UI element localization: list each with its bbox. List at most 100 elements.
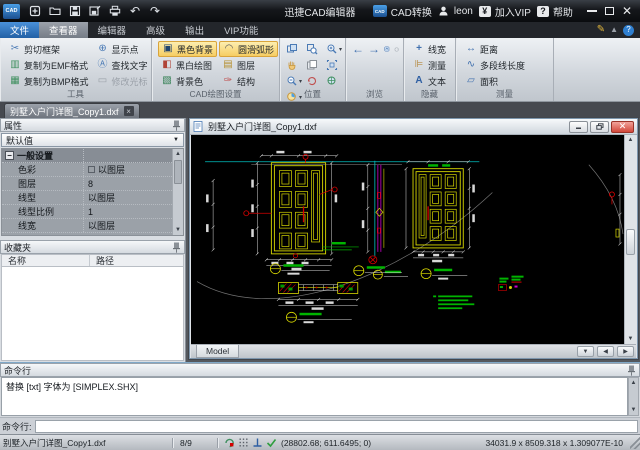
- command-input[interactable]: [35, 420, 638, 433]
- copy-as-bmp-button[interactable]: ▦复制为BMP格式: [6, 73, 92, 89]
- model-tab[interactable]: Model: [196, 345, 239, 358]
- drawing-canvas[interactable]: [191, 135, 624, 344]
- child-restore-button[interactable]: [590, 121, 609, 133]
- undo-button[interactable]: ↶: [125, 3, 145, 19]
- column-header-name[interactable]: 名称: [2, 255, 90, 266]
- scroll-down-icon[interactable]: ▼: [625, 334, 636, 344]
- black-background-button[interactable]: ▣黑色背景: [158, 41, 217, 57]
- pan-button[interactable]: [286, 57, 306, 73]
- feedback-pen-icon[interactable]: ✎: [597, 25, 605, 35]
- layout-list-dropdown-button[interactable]: ▼: [577, 346, 594, 357]
- layers-icon: ▤: [222, 59, 234, 71]
- scroll-left-button[interactable]: ◀: [597, 346, 614, 357]
- osnap-toggle[interactable]: [222, 437, 236, 449]
- refresh-view-button[interactable]: [394, 44, 399, 55]
- zoom-previous-button[interactable]: [286, 41, 306, 57]
- scrollbar-thumb[interactable]: [174, 160, 182, 184]
- tab-output[interactable]: 输出: [175, 22, 214, 38]
- lineweight-toggle-button[interactable]: +线宽: [410, 41, 451, 57]
- saved-view-button[interactable]: [384, 43, 390, 55]
- favorites-list[interactable]: [1, 267, 184, 361]
- pin-icon[interactable]: [172, 242, 181, 253]
- previous-view-button[interactable]: ←: [352, 42, 364, 56]
- layers-button[interactable]: ▤图层: [219, 57, 278, 73]
- scroll-up-icon[interactable]: ▲: [625, 135, 636, 145]
- new-icon: [29, 5, 41, 17]
- property-row[interactable]: 线宽 以图层: [2, 219, 172, 233]
- tab-viewer[interactable]: 查看器: [39, 22, 88, 38]
- close-button[interactable]: ✕: [622, 5, 632, 17]
- scrollbar-thumb[interactable]: [626, 229, 635, 255]
- ortho-toggle[interactable]: [250, 437, 264, 449]
- document-tab[interactable]: 别墅入户门详图_Copy1.dxf ×: [4, 103, 140, 118]
- help-button[interactable]: ? 帮助: [537, 4, 573, 19]
- properties-preset-dropdown[interactable]: 默认值 ▼: [1, 133, 184, 147]
- property-row[interactable]: 色彩 以图层: [2, 163, 172, 177]
- child-minimize-button[interactable]: [569, 121, 588, 133]
- property-row[interactable]: 图层 8: [2, 177, 172, 191]
- zoom-window-button[interactable]: [306, 41, 326, 57]
- rotate-view-button[interactable]: [306, 73, 326, 89]
- canvas-vertical-scrollbar[interactable]: ▲ ▼: [624, 135, 636, 344]
- join-vip-button[interactable]: ¥ 加入VIP: [479, 4, 531, 19]
- status-bar: 别墅入户门详图_Copy1.dxf 8/9 (28802.68; 611.649…: [0, 434, 640, 450]
- property-group-row[interactable]: −一般设置: [2, 149, 172, 163]
- save-button[interactable]: [65, 3, 85, 19]
- next-view-button[interactable]: →: [368, 42, 380, 56]
- tab-vip-features[interactable]: VIP功能: [214, 22, 268, 38]
- background-color-button[interactable]: ▧背景色: [158, 73, 217, 89]
- measure-polyline-length-button[interactable]: ∿多段线长度: [462, 57, 549, 73]
- maximize-button[interactable]: [605, 7, 614, 15]
- structure-button[interactable]: ✑结构: [219, 73, 278, 89]
- measure-area-button[interactable]: ▱面积: [462, 73, 549, 89]
- tab-advanced[interactable]: 高级: [136, 22, 175, 38]
- text-toggle-button[interactable]: A文本: [410, 73, 451, 89]
- user-account-button[interactable]: leon: [438, 5, 473, 17]
- collapse-minus-icon[interactable]: −: [5, 151, 14, 160]
- measure-toggle-button[interactable]: ⊫测量: [410, 57, 451, 73]
- zoom-extents-button[interactable]: [326, 57, 346, 73]
- zoom-globe-button[interactable]: [326, 73, 346, 89]
- copy-view-button[interactable]: [306, 57, 326, 73]
- help-round-icon[interactable]: ?: [623, 25, 634, 36]
- child-close-button[interactable]: ✕: [611, 121, 634, 133]
- resize-grip[interactable]: [630, 437, 640, 449]
- command-log-scrollbar[interactable]: ▲ ▼: [628, 377, 639, 416]
- print-button[interactable]: [105, 3, 125, 19]
- property-grid-scrollbar[interactable]: ▲ ▼: [172, 149, 183, 235]
- bw-drawing-button[interactable]: ◧黑白绘图: [158, 57, 217, 73]
- scroll-down-icon[interactable]: ▼: [173, 225, 183, 235]
- scroll-down-icon[interactable]: ▼: [629, 405, 638, 415]
- minimize-button[interactable]: [587, 10, 597, 12]
- pin-icon[interactable]: [172, 120, 181, 131]
- zoom-out-button[interactable]: ▾: [286, 73, 306, 89]
- grid-toggle[interactable]: [236, 437, 250, 449]
- column-header-path[interactable]: 路径: [90, 255, 183, 266]
- command-log[interactable]: 替换 [txt] 字体为 [SIMPLEX.SHX]: [1, 377, 628, 416]
- open-file-button[interactable]: [45, 3, 65, 19]
- pin-icon[interactable]: [627, 365, 636, 376]
- tab-editor[interactable]: 编辑器: [88, 22, 137, 38]
- property-row[interactable]: 线型比例 1: [2, 205, 172, 219]
- smooth-arc-button[interactable]: ◠圆滑弧形: [219, 41, 278, 57]
- property-row[interactable]: 线型 以图层: [2, 191, 172, 205]
- copy-as-emf-button[interactable]: ▥复制为EMF格式: [6, 57, 92, 73]
- save-as-button[interactable]: [85, 3, 105, 19]
- redo-button[interactable]: ↷: [145, 3, 165, 19]
- drawing-window-titlebar[interactable]: 别墅入户门详图_Copy1.dxf ✕: [190, 119, 637, 135]
- zoom-in-button[interactable]: ▾: [326, 41, 346, 57]
- find-text-button[interactable]: Ⓐ查找文字: [94, 57, 151, 73]
- pointer-snap-toggle[interactable]: [264, 437, 278, 449]
- cut-frame-button[interactable]: ✂剪切框架: [6, 41, 92, 57]
- scroll-up-icon[interactable]: ▲: [629, 378, 638, 388]
- cad-convert-button[interactable]: CAD CAD转换: [373, 4, 432, 19]
- measure-distance-button[interactable]: ↔距离: [462, 41, 549, 57]
- collapse-ribbon-icon[interactable]: ▲: [610, 26, 618, 34]
- scroll-right-button[interactable]: ▶: [617, 346, 634, 357]
- zoom-window-icon: [306, 43, 318, 55]
- show-points-button[interactable]: ⊕显示点: [94, 41, 151, 57]
- tab-file[interactable]: 文件: [0, 22, 39, 38]
- scroll-up-icon[interactable]: ▲: [173, 149, 183, 159]
- document-tab-close-icon[interactable]: ×: [124, 106, 134, 116]
- new-file-button[interactable]: [25, 3, 45, 19]
